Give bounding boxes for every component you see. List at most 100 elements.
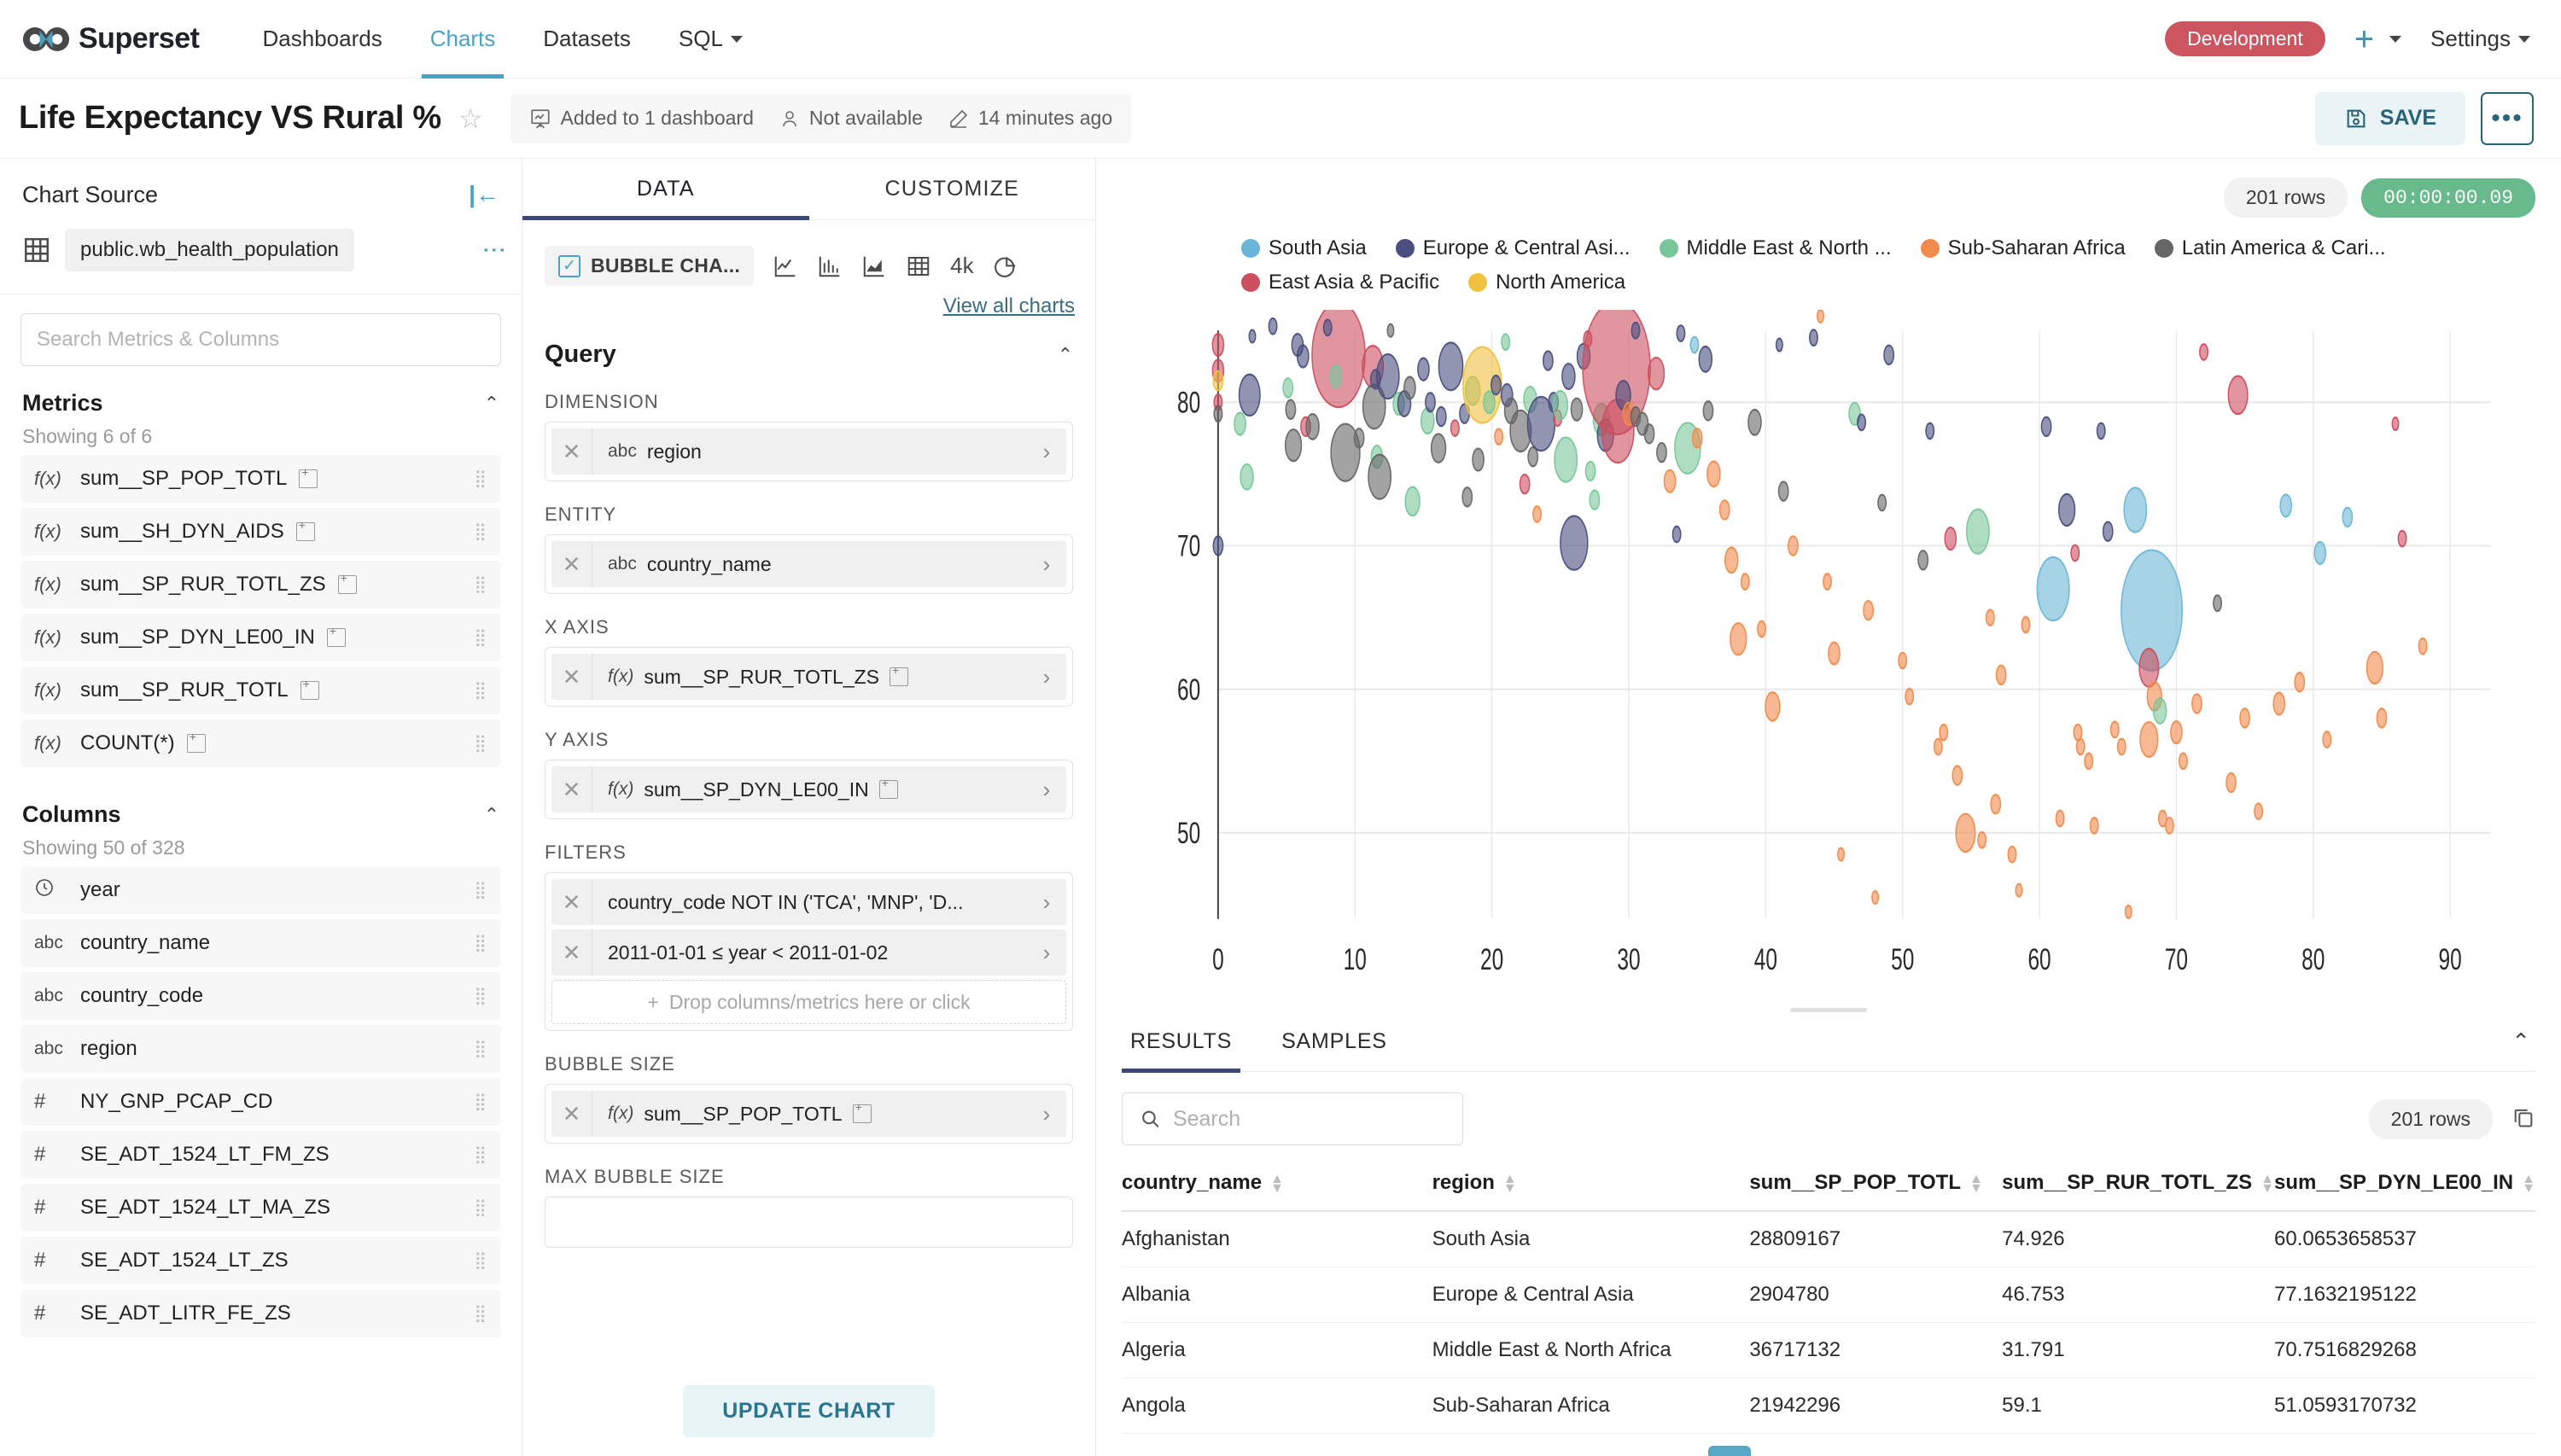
chevron-right-icon[interactable]: ›: [1027, 1101, 1066, 1127]
remove-icon[interactable]: ✕: [551, 879, 592, 925]
fields-scroll[interactable]: Metrics ⌃ Showing 6 of 6 f(x) sum__SP_POP…: [0, 366, 522, 1456]
drag-handle-icon[interactable]: ⣿: [474, 629, 487, 646]
bubble-point[interactable]: [1435, 405, 1447, 428]
bubble-point[interactable]: [2055, 809, 2065, 828]
page-1[interactable]: 1: [1708, 1446, 1751, 1456]
bubble-point[interactable]: [1282, 377, 1294, 399]
viz-type-selected[interactable]: ✓ BUBBLE CHA...: [545, 246, 755, 286]
bubble-point[interactable]: [1765, 691, 1781, 722]
remove-icon[interactable]: ✕: [551, 1091, 592, 1137]
bubble-point[interactable]: [1828, 641, 1841, 666]
column-item[interactable]: # SE_ADT_1524_LT_ZS ⣿: [20, 1237, 501, 1284]
page-prev[interactable]: «: [1659, 1446, 1701, 1456]
dataset-menu-icon[interactable]: ⋮: [481, 238, 508, 262]
update-chart-button[interactable]: UPDATE CHART: [683, 1385, 935, 1437]
bubble-point[interactable]: [2015, 882, 2023, 898]
bubble-point[interactable]: [1368, 453, 1392, 500]
bubble-point[interactable]: [2116, 737, 2126, 756]
bubble-point[interactable]: [1933, 737, 1943, 756]
bubble-point[interactable]: [1837, 847, 1846, 862]
tab-customize[interactable]: CUSTOMIZE: [809, 159, 1096, 219]
bubble-point[interactable]: [2084, 752, 2094, 771]
metric-item[interactable]: f(x)sum__SP_POP_TOTL⣿: [20, 455, 501, 503]
bubble-point[interactable]: [2272, 691, 2286, 716]
bubble-point[interactable]: [1501, 333, 1511, 352]
view-all-charts-link[interactable]: View all charts: [943, 294, 1075, 317]
metric-item[interactable]: f(x)sum__SH_DYN_AIDS⣿: [20, 508, 501, 556]
bubble-point[interactable]: [1532, 505, 1543, 523]
drag-handle-icon[interactable]: ⣿: [474, 987, 487, 1005]
bubble-point[interactable]: [1417, 357, 1430, 381]
bubble-point[interactable]: [1284, 428, 1303, 463]
bubble-point[interactable]: [1925, 422, 1935, 440]
control-chip[interactable]: ✕ f(x) sum__SP_DYN_LE00_IN ›: [551, 766, 1066, 812]
bubble-point[interactable]: [1775, 337, 1783, 352]
bubble-point[interactable]: [2391, 416, 2400, 432]
bubble-point[interactable]: [1403, 376, 1416, 400]
bubble-point[interactable]: [1905, 687, 1915, 706]
bubble-point[interactable]: [1724, 546, 1739, 574]
bubble-point[interactable]: [2109, 720, 2120, 739]
metric-item[interactable]: f(x)sum__SP_DYN_LE00_IN⣿: [20, 614, 501, 661]
bubble-point[interactable]: [1583, 329, 1593, 348]
bubble-point[interactable]: [1977, 830, 1987, 849]
bubble-point[interactable]: [1857, 413, 1867, 432]
bubble-point[interactable]: [1718, 499, 1730, 521]
remove-icon[interactable]: ✕: [551, 541, 592, 587]
column-item[interactable]: # NY_GNP_PCAP_CD ⣿: [20, 1078, 501, 1126]
brand[interactable]: Superset: [22, 22, 200, 55]
bubble-point[interactable]: [1647, 357, 1666, 391]
bubble-point[interactable]: [2313, 540, 2327, 565]
chevron-right-icon[interactable]: ›: [1027, 940, 1066, 966]
bubble-point[interactable]: [2036, 556, 2070, 622]
chevron-right-icon[interactable]: ›: [1027, 551, 1066, 578]
filter-chip[interactable]: ✕ 2011-01-01 ≤ year < 2011-01-02 ›: [551, 929, 1066, 976]
bubble-point[interactable]: [1631, 321, 1641, 340]
line-chart-icon[interactable]: [773, 253, 798, 279]
legend-item[interactable]: Latin America & Cari...: [2154, 236, 2386, 260]
metric-item[interactable]: f(x)sum__SP_RUR_TOTL_ZS⣿: [20, 561, 501, 609]
dataset-name[interactable]: public.wb_health_population: [65, 229, 354, 271]
drag-handle-icon[interactable]: ⣿: [474, 1199, 487, 1216]
bubble-point[interactable]: [1698, 345, 1713, 373]
bubble-point[interactable]: [1425, 392, 1436, 413]
chevron-up-icon[interactable]: ⌃: [1058, 344, 1073, 366]
results-search-input[interactable]: [1172, 1106, 1445, 1132]
remove-icon[interactable]: ✕: [551, 766, 592, 812]
drag-handle-icon[interactable]: ⣿: [474, 1146, 487, 1163]
bubble-point[interactable]: [2040, 416, 2052, 438]
col-header-region[interactable]: region ▲ ▼: [1432, 1164, 1750, 1212]
page-2[interactable]: 2: [1758, 1446, 1800, 1456]
bubble-point[interactable]: [1955, 812, 1976, 853]
tab-samples[interactable]: SAMPLES: [1273, 1012, 1396, 1072]
col-header-rur-totl-zs[interactable]: sum__SP_RUR_TOTL_ZS ▲ ▼: [2002, 1164, 2274, 1212]
bubble-point[interactable]: [1213, 405, 1223, 423]
bubble-point[interactable]: [1212, 370, 1224, 392]
bubble-point[interactable]: [2294, 672, 2306, 693]
bubble-point[interactable]: [1823, 573, 1832, 591]
bubble-point[interactable]: [1438, 341, 1464, 392]
bubble-point[interactable]: [1234, 411, 1246, 436]
legend-item[interactable]: South Asia: [1241, 236, 1367, 260]
bubble-point[interactable]: [1990, 793, 2002, 815]
control-chip[interactable]: ✕ f(x) sum__SP_RUR_TOTL_ZS ›: [551, 654, 1066, 700]
bubble-point[interactable]: [2070, 544, 2080, 562]
bubble-point[interactable]: [1788, 535, 1799, 556]
bubble-point[interactable]: [2279, 493, 2293, 518]
col-header-country-name[interactable]: country_name ▲ ▼: [1122, 1164, 1432, 1212]
control-max-bubble-size[interactable]: [545, 1197, 1073, 1248]
metric-item[interactable]: f(x)COUNT(*)⣿: [20, 719, 501, 767]
drag-handle-icon[interactable]: ⣿: [474, 1252, 487, 1269]
bubble-point[interactable]: [1706, 460, 1721, 488]
bubble-point[interactable]: [1238, 373, 1261, 417]
chevron-right-icon[interactable]: ›: [1027, 889, 1066, 916]
remove-icon[interactable]: ✕: [551, 654, 592, 700]
bubble-point[interactable]: [2418, 637, 2428, 655]
bubble-point[interactable]: [1561, 363, 1576, 390]
chevron-right-icon[interactable]: ›: [1027, 777, 1066, 803]
bubble-point[interactable]: [1995, 664, 2007, 686]
bubble-point[interactable]: [2226, 772, 2237, 794]
bubble-chart-svg[interactable]: 0 10 20 30 40 50 60 70 80 90 50 60 70 80: [1122, 310, 2535, 999]
bubble-point[interactable]: [2164, 817, 2174, 835]
bubble-point[interactable]: [1863, 599, 1875, 621]
